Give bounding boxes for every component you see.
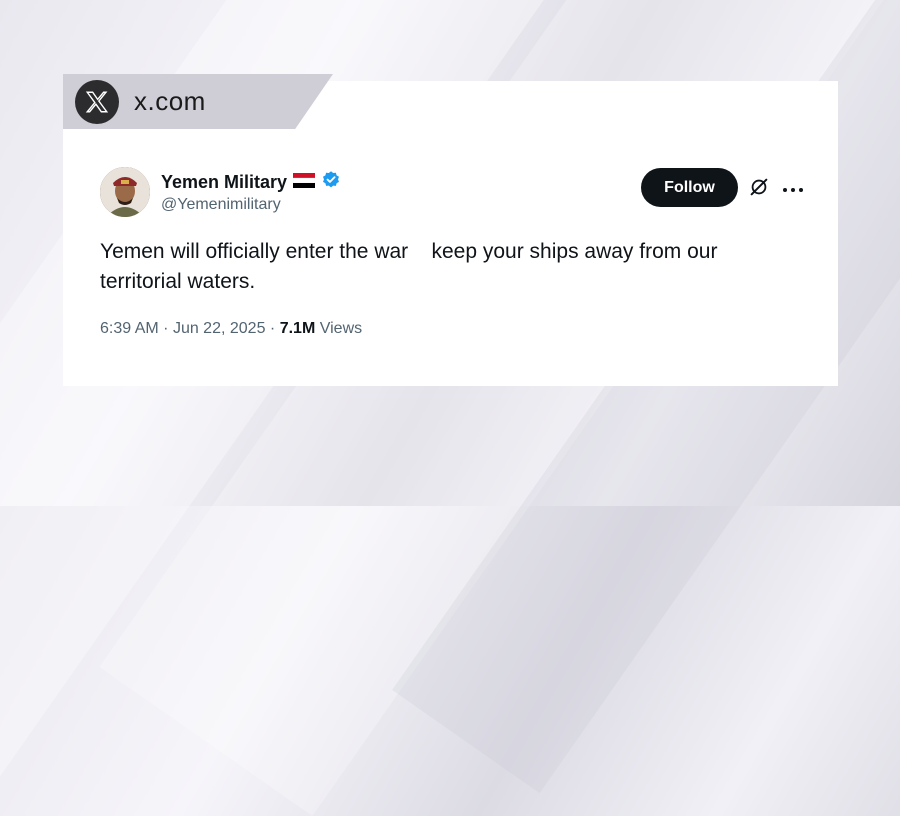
display-name[interactable]: Yemen Military — [161, 170, 341, 195]
yemen-flag-icon — [292, 172, 316, 193]
grok-icon[interactable] — [748, 176, 770, 203]
tweet-meta: 6:39 AM · Jun 22, 2025 · 7.1M Views — [100, 320, 362, 338]
follow-button[interactable]: Follow — [641, 168, 738, 207]
views-label: Views — [319, 320, 363, 337]
tweet-time[interactable]: 6:39 AM — [100, 320, 159, 337]
user-handle[interactable]: @Yemenimilitary — [161, 196, 281, 214]
display-name-text: Yemen Military — [161, 172, 288, 192]
x-logo-icon — [75, 80, 119, 124]
tweet-text: Yemen will officially enter the war keep… — [100, 240, 724, 293]
tweet-date[interactable]: Jun 22, 2025 — [173, 320, 266, 337]
source-label: x.com — [134, 86, 206, 116]
views-count: 7.1M — [279, 320, 316, 337]
verified-badge-icon — [321, 170, 341, 195]
meta-separator: · — [269, 320, 280, 337]
avatar[interactable] — [100, 167, 150, 217]
more-options-icon[interactable] — [782, 182, 804, 200]
meta-separator: · — [163, 320, 173, 337]
